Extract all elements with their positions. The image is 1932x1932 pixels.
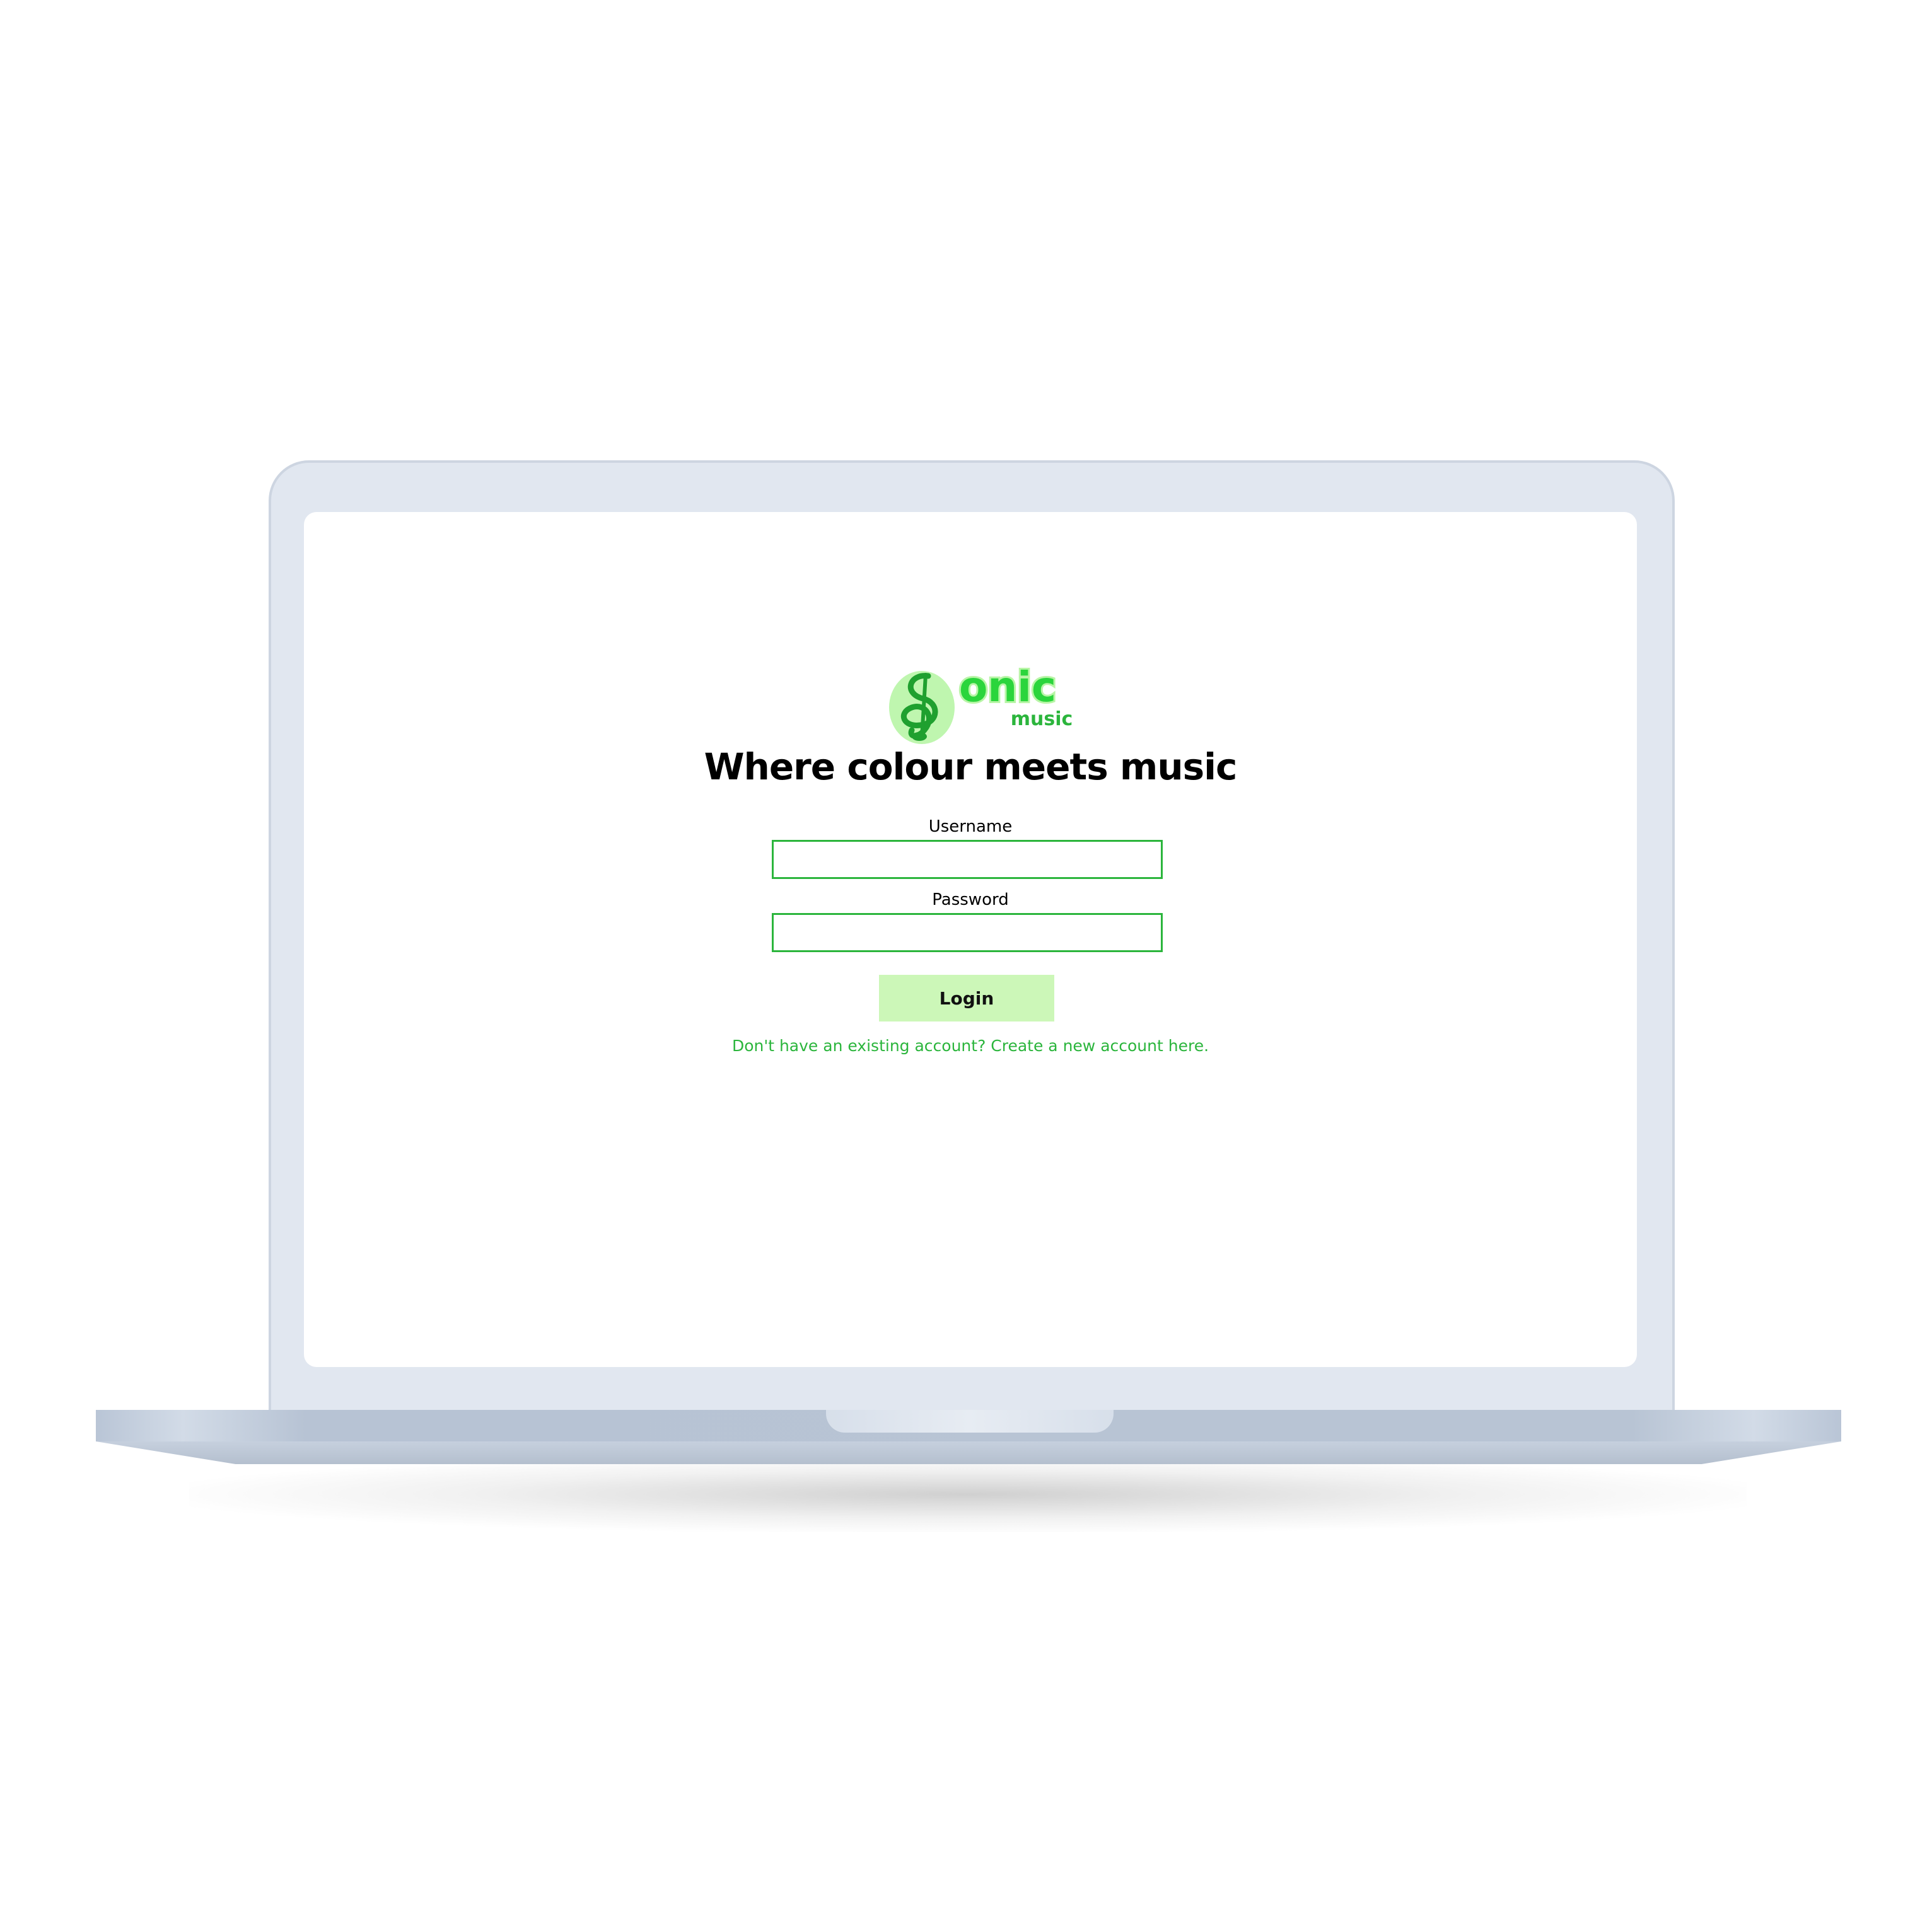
username-input[interactable]	[772, 840, 1163, 879]
svg-text:music: music	[1011, 708, 1073, 730]
treble-clef-icon: onic music	[889, 661, 1073, 744]
login-button[interactable]: Login	[879, 975, 1054, 1021]
password-label: Password	[932, 890, 1009, 909]
sonic-music-logo: onic music	[884, 661, 1086, 744]
laptop-notch	[826, 1410, 1114, 1433]
create-account-link[interactable]: Don't have an existing account? Create a…	[304, 1037, 1637, 1055]
password-input[interactable]	[772, 913, 1163, 952]
laptop-mockup: onic music Where colour meets music User…	[0, 0, 1932, 1932]
login-page: onic music Where colour meets music User…	[304, 512, 1637, 1367]
laptop-shadow	[189, 1457, 1747, 1532]
svg-text:onic: onic	[959, 663, 1056, 711]
page-tagline: Where colour meets music	[704, 745, 1238, 788]
laptop-base-edge	[96, 1441, 1841, 1464]
username-label: Username	[928, 817, 1013, 836]
